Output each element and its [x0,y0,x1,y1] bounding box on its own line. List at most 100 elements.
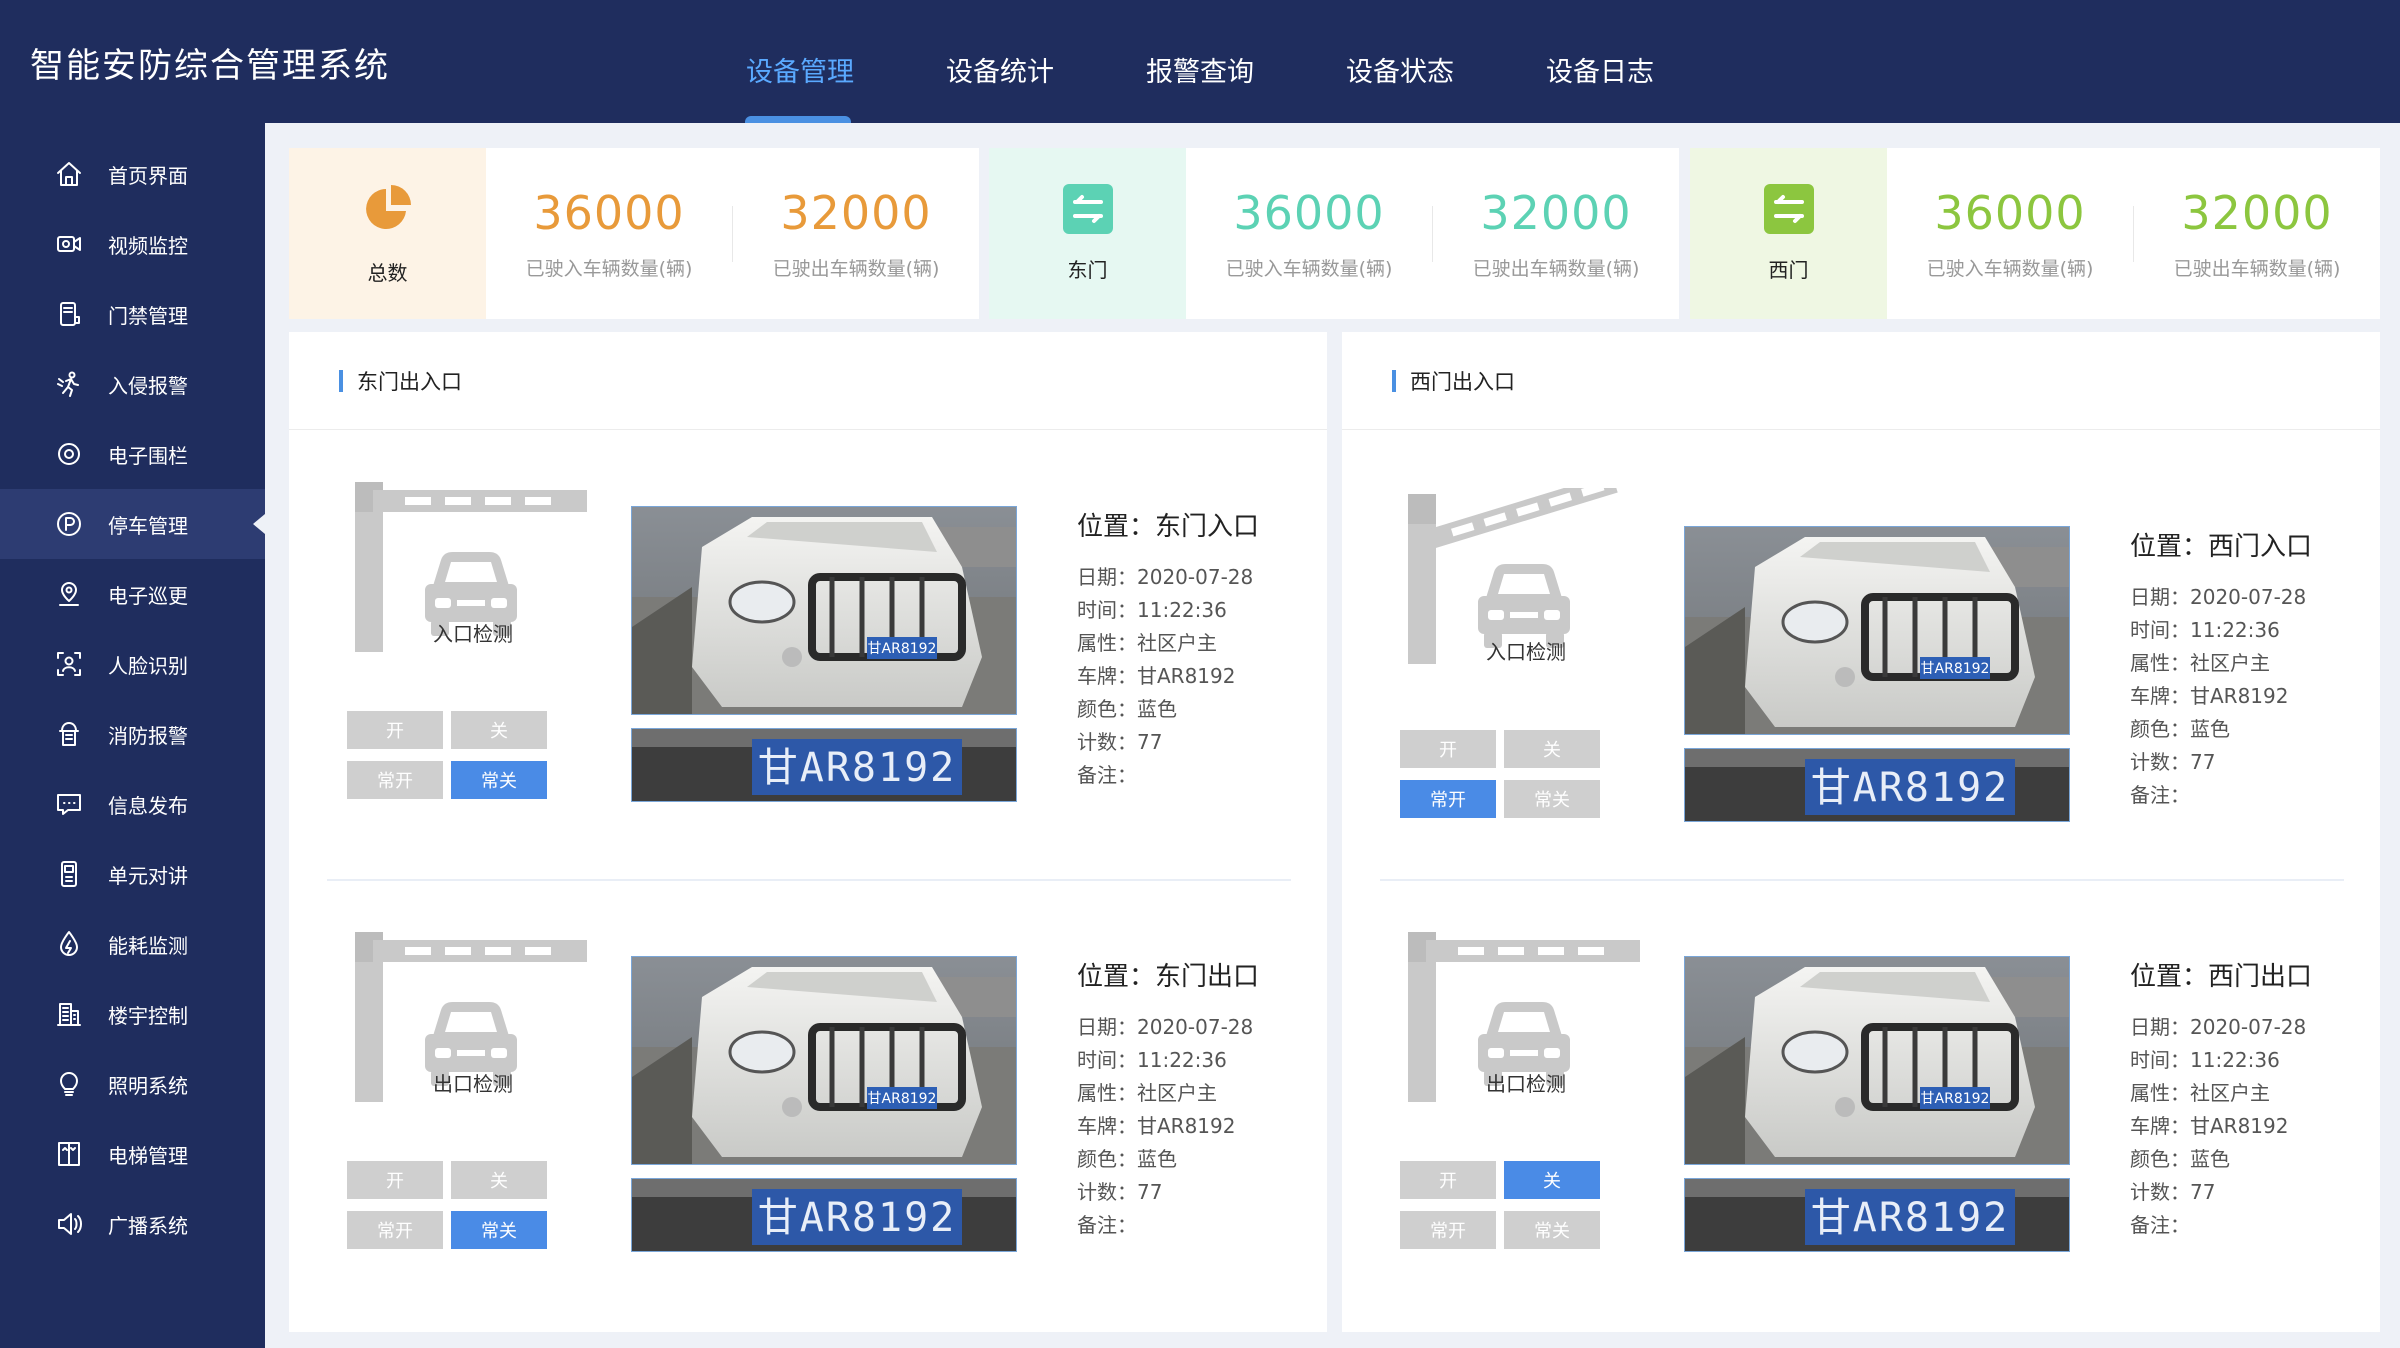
note-row: 备注： [2130,779,2370,812]
sidebar-item-parking[interactable]: 停车管理 [0,489,265,559]
close-button[interactable]: 关 [1504,1161,1600,1199]
count-value: 77 [2190,750,2216,774]
time-value: 11:22:36 [1137,598,1227,622]
vehicle-snapshot-image[interactable]: 甘AR8192 [1684,956,2070,1165]
time-label: 时间： [2130,618,2190,642]
sidebar-item-speaker[interactable]: 广播系统 [0,1189,265,1259]
sidebar-item-intercom[interactable]: 单元对讲 [0,839,265,909]
svg-text:甘AR8192: 甘AR8192 [1921,661,1990,677]
license-plate-image[interactable]: 甘AR8192 [631,1178,1017,1252]
always-open-button[interactable]: 常开 [1400,780,1496,818]
always-open-button[interactable]: 常开 [347,761,443,799]
tab-device-statistics[interactable]: 设备统计 [900,0,1100,123]
attribute-label: 属性： [2130,651,2190,675]
entered-caption: 已驶入车辆数量(辆) [1225,258,1393,280]
sidebar-item-label: 楼宇控制 [108,1003,188,1028]
license-plate-image[interactable]: 甘AR8192 [1684,1178,2070,1252]
plate-value: 甘AR8192 [2190,1114,2289,1138]
entered-count: 36000 [533,186,685,240]
attribute-value: 社区户主 [2190,651,2270,675]
sidebar-item-label: 门禁管理 [108,303,188,328]
sidebar-item-message[interactable]: 信息发布 [0,769,265,839]
sidebar-item-fence-target[interactable]: 电子围栏 [0,419,265,489]
sidebar-item-fire-alarm[interactable]: 消防报警 [0,699,265,769]
time-label: 时间： [1077,1048,1137,1072]
vehicle-snapshot-image[interactable]: 甘AR8192 [631,956,1017,1165]
sidebar-item-elevator[interactable]: 电梯管理 [0,1119,265,1189]
always-open-button[interactable]: 常开 [347,1211,443,1249]
close-button[interactable]: 关 [451,711,547,749]
sidebar-item-intrusion-runner[interactable]: 入侵报警 [0,349,265,419]
panel-title-accent [1392,369,1396,392]
vehicle-snapshot-image[interactable]: 甘AR8192 [1684,526,2070,735]
note-row: 备注： [1077,1209,1317,1242]
vehicle-snapshot-image[interactable]: 甘AR8192 [631,506,1017,715]
time-value: 11:22:36 [2190,618,2280,642]
color-label: 颜色： [2130,1147,2190,1171]
entered-count: 36000 [1934,186,2086,240]
plate-value: 甘AR8192 [2190,684,2289,708]
open-button[interactable]: 开 [1400,730,1496,768]
always-close-button[interactable]: 常关 [451,761,547,799]
vehicle-info: 位置：东门入口 日期：2020-07-28 时间：11:22:36 属性：社区户… [1077,506,1317,792]
lane-position: 位置：西门入口 [2130,532,2313,562]
lane-position: 位置：西门出口 [2130,962,2313,992]
intrusion-runner-icon [52,367,86,401]
close-button[interactable]: 关 [451,1161,547,1199]
color-label: 颜色： [1077,1147,1137,1171]
svg-text:甘AR8192: 甘AR8192 [758,1195,957,1241]
panel-header: 西门出入口 [1342,332,2380,430]
east-gate-panel: 东门出入口 入口检测开关常开 常关 甘AR8192 甘AR8192 位置：东门入… [289,332,1327,1332]
gate-detection-label: 入口检测 [433,622,513,646]
entered-vehicles-stat: 36000 已驶入车辆数量(辆) [486,148,732,319]
vehicle-info: 位置：西门出口 日期：2020-07-28 时间：11:22:36 属性：社区户… [2130,956,2370,1242]
lane-position: 位置：东门入口 [1077,512,1260,542]
sidebar-item-label: 视频监控 [108,233,188,258]
always-close-button[interactable]: 常关 [1504,1211,1600,1249]
sidebar-item-face-scan[interactable]: 人脸识别 [0,629,265,699]
close-button[interactable]: 关 [1504,730,1600,768]
attribute-row: 属性：社区户主 [1077,627,1317,660]
svg-text:甘AR8192: 甘AR8192 [1811,1195,2010,1241]
tab-alarm-query[interactable]: 报警查询 [1100,0,1300,123]
svg-text:甘AR8192: 甘AR8192 [868,641,937,657]
top-nav: 设备管理 设备统计 报警查询 设备状态 设备日志 [700,0,1700,123]
always-close-button[interactable]: 常关 [451,1211,547,1249]
date-value: 2020-07-28 [2190,1015,2307,1039]
sidebar-item-label: 电梯管理 [108,1143,188,1168]
license-plate-image[interactable]: 甘AR8192 [1684,748,2070,822]
lane-exit: 出口检测开关常开 常关 甘AR8192 甘AR8192 位置：东门出口 日期：20… [289,892,1327,1332]
sidebar: 首页界面 视频监控 门禁管理 入侵报警 电子围栏 停车管理 电子巡更 人脸识别 … [0,123,265,1348]
always-open-button[interactable]: 常开 [1400,1211,1496,1249]
tab-device-log[interactable]: 设备日志 [1500,0,1700,123]
sidebar-item-energy-drop[interactable]: 能耗监测 [0,909,265,979]
sidebar-item-home[interactable]: 首页界面 [0,139,265,209]
sidebar-item-patrol-location[interactable]: 电子巡更 [0,559,265,629]
sidebar-item-access-control[interactable]: 门禁管理 [0,279,265,349]
date-value: 2020-07-28 [2190,585,2307,609]
stat-card-header: 东门 [989,148,1186,319]
license-plate-image[interactable]: 甘AR8192 [631,728,1017,802]
stat-card-label: 东门 [1067,258,1108,282]
plate-row: 车牌：甘AR8192 [2130,680,2370,713]
fire-alarm-icon [52,717,86,751]
sidebar-item-building[interactable]: 楼宇控制 [0,979,265,1049]
color-row: 颜色：蓝色 [1077,693,1317,726]
sidebar-item-lightbulb[interactable]: 照明系统 [0,1049,265,1119]
tab-device-status[interactable]: 设备状态 [1300,0,1500,123]
color-value: 蓝色 [1137,1147,1177,1171]
attribute-value: 社区户主 [1137,631,1217,655]
open-button[interactable]: 开 [347,711,443,749]
sidebar-item-label: 能耗监测 [108,933,188,958]
open-button[interactable]: 开 [347,1161,443,1199]
sidebar-item-label: 入侵报警 [108,373,188,398]
plate-label: 车牌： [1077,1114,1137,1138]
energy-drop-icon [52,927,86,961]
lane-divider [327,879,1291,881]
top-bar: 智能安防综合管理系统 设备管理 设备统计 报警查询 设备状态 设备日志 [0,0,2400,123]
plate-value: 甘AR8192 [1137,1114,1236,1138]
always-close-button[interactable]: 常关 [1504,780,1600,818]
sidebar-item-video-camera[interactable]: 视频监控 [0,209,265,279]
tab-device-management[interactable]: 设备管理 [700,0,900,123]
open-button[interactable]: 开 [1400,1161,1496,1199]
